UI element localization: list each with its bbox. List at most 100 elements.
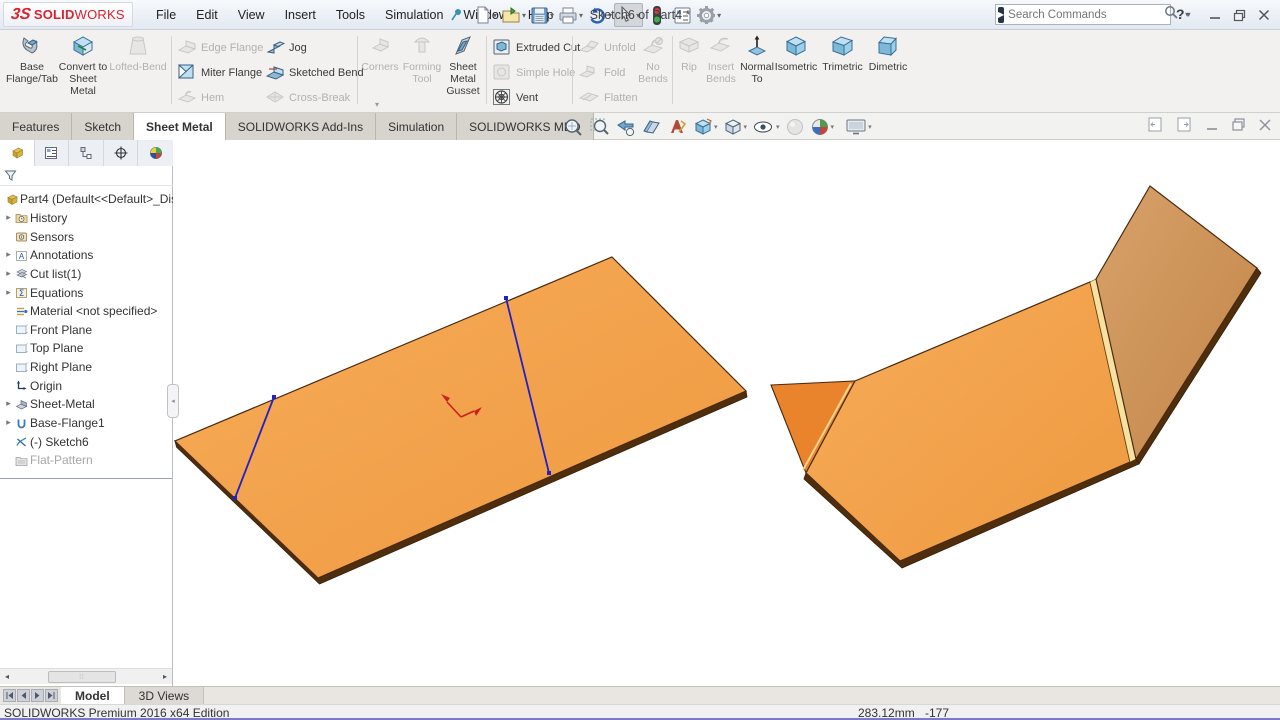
- flat-sheet-part[interactable]: [173, 256, 748, 585]
- tab-features[interactable]: Features: [0, 113, 73, 140]
- tree-item-cut-list-1[interactable]: ▸ Cut list(1): [0, 265, 173, 284]
- menu-view[interactable]: View: [228, 8, 275, 22]
- tree-item-part4-default-default-dis[interactable]: Part4 (Default<<Default>_Dis: [0, 190, 173, 209]
- cross-break-button[interactable]: Cross-Break: [265, 86, 350, 110]
- tree-item-equations[interactable]: ▸ Σ Equations: [0, 283, 173, 302]
- isometric-view-button[interactable]: Isometric: [774, 34, 818, 73]
- last-tab-button[interactable]: [45, 689, 58, 702]
- corners-caret[interactable]: ▾: [375, 100, 379, 109]
- tab-sketch[interactable]: Sketch: [72, 113, 135, 140]
- apply-scene-caret[interactable]: ▾: [831, 123, 835, 131]
- minimize-button[interactable]: [1206, 7, 1224, 23]
- rip-button[interactable]: Rip: [675, 34, 703, 73]
- dimxpert-manager-tab[interactable]: [103, 140, 139, 166]
- view-orientation-button[interactable]: ▾: [692, 116, 719, 138]
- insert-bends-button[interactable]: Insert Bends: [703, 34, 739, 85]
- pin-menu-icon[interactable]: [448, 7, 464, 23]
- unfold-button[interactable]: Unfold: [578, 36, 636, 60]
- close-button[interactable]: [1255, 7, 1273, 23]
- previous-tab-button[interactable]: [17, 689, 30, 702]
- expand-arrow-icon[interactable]: ▸: [2, 399, 15, 409]
- scrollbar-thumb[interactable]: ⦙⦙: [48, 671, 116, 683]
- select-tool-button[interactable]: ▾: [614, 3, 644, 27]
- no-bends-button[interactable]: No Bends: [636, 34, 670, 85]
- zoom-to-area-button[interactable]: [588, 116, 611, 138]
- tree-item-origin[interactable]: Origin: [0, 376, 173, 395]
- display-style-caret[interactable]: ▾: [744, 123, 748, 131]
- menu-insert[interactable]: Insert: [275, 8, 326, 22]
- fold-button[interactable]: Fold: [578, 61, 625, 85]
- print-caret[interactable]: ▾: [579, 11, 583, 20]
- settings-gear-button[interactable]: ▾: [694, 3, 723, 27]
- sketched-bend-button[interactable]: Sketched Bend: [265, 61, 364, 85]
- display-style-button[interactable]: ▾: [722, 116, 749, 138]
- tree-item-front-plane[interactable]: Front Plane: [0, 320, 173, 339]
- print-button[interactable]: ▾: [556, 3, 585, 27]
- menu-tools[interactable]: Tools: [326, 8, 375, 22]
- menu-edit[interactable]: Edit: [186, 8, 228, 22]
- tree-item-material-not-specified[interactable]: Material <not specified>: [0, 302, 173, 321]
- tab-sheet-metal[interactable]: Sheet Metal: [134, 113, 226, 140]
- view-orientation-caret[interactable]: ▾: [714, 123, 718, 131]
- menu-simulation[interactable]: Simulation: [375, 8, 453, 22]
- menu-file[interactable]: File: [146, 8, 186, 22]
- tree-item-annotations[interactable]: ▸ A Annotations: [0, 246, 173, 265]
- dimetric-view-button[interactable]: Dimetric: [866, 34, 910, 73]
- rebuild-button[interactable]: [649, 3, 665, 27]
- help-menu[interactable]: ? ▾: [1176, 6, 1191, 22]
- vent-button[interactable]: Vent: [492, 86, 538, 110]
- search-input[interactable]: [1008, 8, 1163, 21]
- previous-view-button[interactable]: [614, 116, 637, 138]
- hide-show-items-button[interactable]: ▾: [751, 116, 781, 138]
- jog-button[interactable]: Jog: [265, 36, 307, 60]
- tree-filter-row[interactable]: [0, 166, 173, 186]
- expand-arrow-icon[interactable]: ▸: [2, 250, 15, 260]
- forming-tool-button[interactable]: Forming Tool: [400, 34, 444, 85]
- view-settings-caret[interactable]: ▾: [868, 123, 872, 131]
- 3d-views-tab[interactable]: 3D Views: [124, 687, 205, 704]
- lofted-bend-button[interactable]: Lofted-Bend: [108, 34, 168, 73]
- new-document-button[interactable]: ▾: [472, 3, 499, 27]
- tree-splitter[interactable]: [0, 478, 172, 479]
- miter-flange-button[interactable]: Miter Flange: [177, 61, 262, 85]
- tree-item-right-plane[interactable]: Right Plane: [0, 358, 173, 377]
- restore-button[interactable]: [1230, 7, 1248, 23]
- expand-arrow-icon[interactable]: ▸: [2, 418, 15, 428]
- display-manager-tab[interactable]: [138, 140, 173, 166]
- new-caret[interactable]: ▾: [493, 11, 497, 20]
- select-caret[interactable]: ▾: [636, 11, 640, 20]
- settings-caret[interactable]: ▾: [717, 11, 721, 20]
- expand-arrow-icon[interactable]: ▸: [2, 269, 15, 279]
- section-view-button[interactable]: [640, 116, 663, 138]
- open-document-button[interactable]: ▾: [499, 3, 528, 27]
- simple-hole-button[interactable]: Simple Hole: [492, 61, 575, 85]
- tab-solidworks-add-ins[interactable]: SOLIDWORKS Add-Ins: [225, 113, 377, 140]
- search-commands-box[interactable]: ▶ ▾: [995, 4, 1189, 25]
- next-document-button[interactable]: [1176, 116, 1193, 138]
- tree-item-history[interactable]: ▸ History: [0, 209, 173, 228]
- apply-scene-button[interactable]: ▾: [809, 116, 836, 138]
- feature-manager-tab[interactable]: [0, 140, 35, 166]
- property-manager-tab[interactable]: [34, 140, 70, 166]
- next-tab-button[interactable]: [31, 689, 44, 702]
- tree-item-base-flange1[interactable]: ▸ Base-Flange1: [0, 414, 173, 433]
- configuration-manager-tab[interactable]: [69, 140, 104, 166]
- corners-button[interactable]: Corners: [360, 34, 400, 73]
- undo-button[interactable]: ▾: [585, 3, 614, 27]
- zoom-to-fit-button[interactable]: [562, 116, 585, 138]
- tree-item-sketch6[interactable]: (-) Sketch6: [0, 432, 173, 451]
- scroll-right-arrow[interactable]: ▸: [158, 672, 172, 681]
- search-scope-icon[interactable]: ▶: [998, 6, 1005, 23]
- extruded-cut-button[interactable]: Extruded Cut: [492, 36, 580, 60]
- minimize-document-icon[interactable]: [1205, 118, 1219, 137]
- trimetric-view-button[interactable]: Trimetric: [820, 34, 865, 73]
- normal-to-button[interactable]: Normal To: [738, 34, 776, 85]
- close-document-icon[interactable]: [1258, 118, 1272, 137]
- hem-button[interactable]: Hem: [177, 86, 224, 110]
- edge-flange-button[interactable]: Edge Flange: [177, 36, 263, 60]
- restore-document-icon[interactable]: [1231, 117, 1246, 137]
- tree-horizontal-scrollbar[interactable]: ◂ ⦙⦙ ▸: [0, 668, 172, 684]
- previous-document-button[interactable]: [1147, 116, 1164, 138]
- edit-appearance-button[interactable]: [784, 116, 806, 138]
- convert-to-sheet-metal-button[interactable]: Convert to Sheet Metal: [58, 34, 108, 97]
